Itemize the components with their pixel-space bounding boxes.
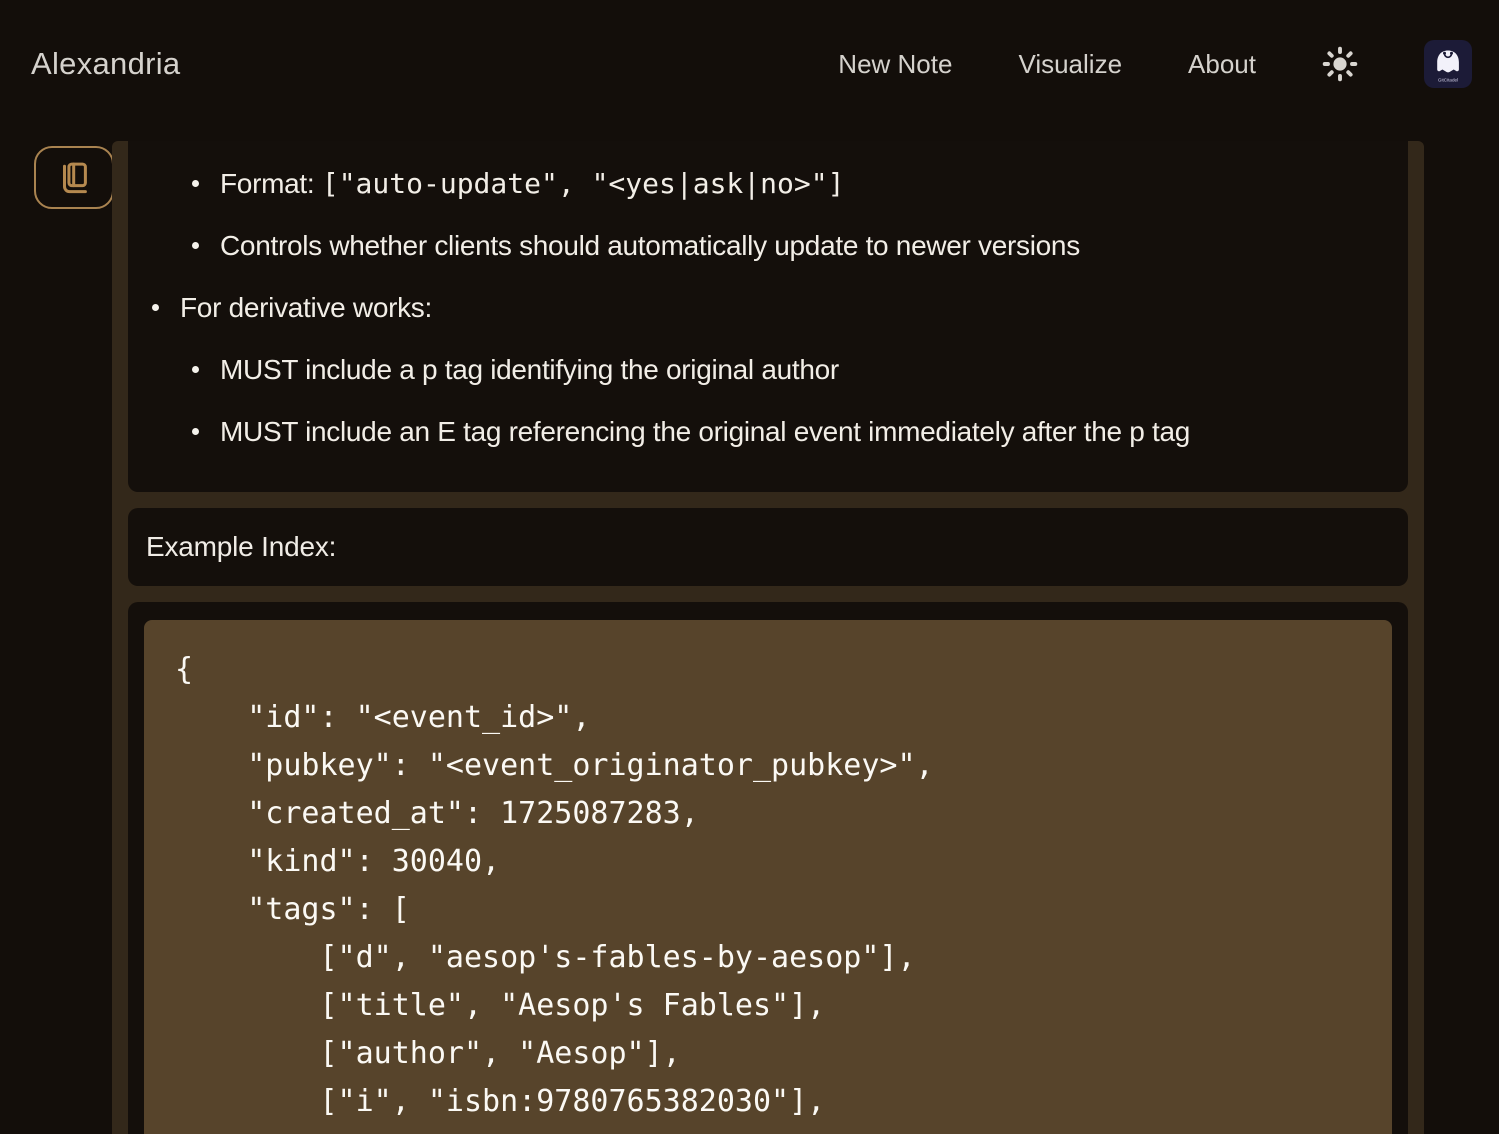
code-line: ["title", "Aesop's Fables"], [175,982,1361,1030]
app-root: Alexandria New Note Visualize About [0,0,1499,1134]
code-line: ["author", "Aesop"], [175,1030,1361,1078]
code-line: { [175,646,1361,694]
code-line: "created_at": 1725087283, [175,790,1361,838]
nav-about[interactable]: About [1188,49,1256,80]
logo-text: GitCitadel [1438,78,1458,83]
format-label: Format: [220,168,322,199]
list-item-text: Controls whether clients should automati… [220,229,1080,262]
inline-code: ["auto-update", "<yes|ask|no>"] [322,167,845,200]
example-index-label: Example Index: [146,531,336,563]
code-line: "id": "<event_id>", [175,694,1361,742]
sun-icon [1322,46,1358,82]
code-line: "kind": 30040, [175,838,1361,886]
main-nav: New Note Visualize About [838,40,1472,88]
doc-card-code: { "id": "<event_id>", "pubkey": "<event_… [128,602,1408,1134]
nav-new-note[interactable]: New Note [838,49,952,80]
list-item-text: MUST include a p tag identifying the ori… [220,353,839,386]
list-item: Controls whether clients should automati… [192,229,1408,262]
toc-toggle-button[interactable] [34,146,114,209]
bullet-dot [192,428,199,435]
theme-toggle-button[interactable] [1322,46,1358,82]
gitcitadel-logo[interactable]: GitCitadel [1424,40,1472,88]
app-title: Alexandria [31,46,180,82]
list-item: For derivative works: [152,291,1408,324]
code-line: ["d", "aesop's-fables-by-aesop"], [175,934,1361,982]
gitcitadel-logo-icon: GitCitadel [1424,40,1472,88]
list-item: MUST include a p tag identifying the ori… [192,353,1408,386]
doc-card-example-label: Example Index: [128,508,1408,586]
bullet-dot [152,304,159,311]
list-item: Format: ["auto-update", "<yes|ask|no>"] [192,167,1408,200]
list-item: MUST include an E tag referencing the or… [192,415,1408,448]
bullet-dot [192,180,199,187]
top-bar: Alexandria New Note Visualize About [0,0,1499,128]
code-line: "pubkey": "<event_originator_pubkey>", [175,742,1361,790]
list-item-text: For derivative works: [180,291,432,324]
content-panel: Format: ["auto-update", "<yes|ask|no>"] … [112,141,1424,1134]
list-item-text: MUST include an E tag referencing the or… [220,415,1190,448]
list-item-text: Format: ["auto-update", "<yes|ask|no>"] [220,167,844,200]
book-icon [55,159,93,197]
code-line: ["i", "isbn:9780765382030"], [175,1078,1361,1126]
doc-card-requirements: Format: ["auto-update", "<yes|ask|no>"] … [128,141,1408,492]
code-line: "tags": [ [175,886,1361,934]
bullet-dot [192,242,199,249]
bullet-dot [192,366,199,373]
json-code-block: { "id": "<event_id>", "pubkey": "<event_… [144,620,1392,1134]
nav-visualize[interactable]: Visualize [1018,49,1122,80]
